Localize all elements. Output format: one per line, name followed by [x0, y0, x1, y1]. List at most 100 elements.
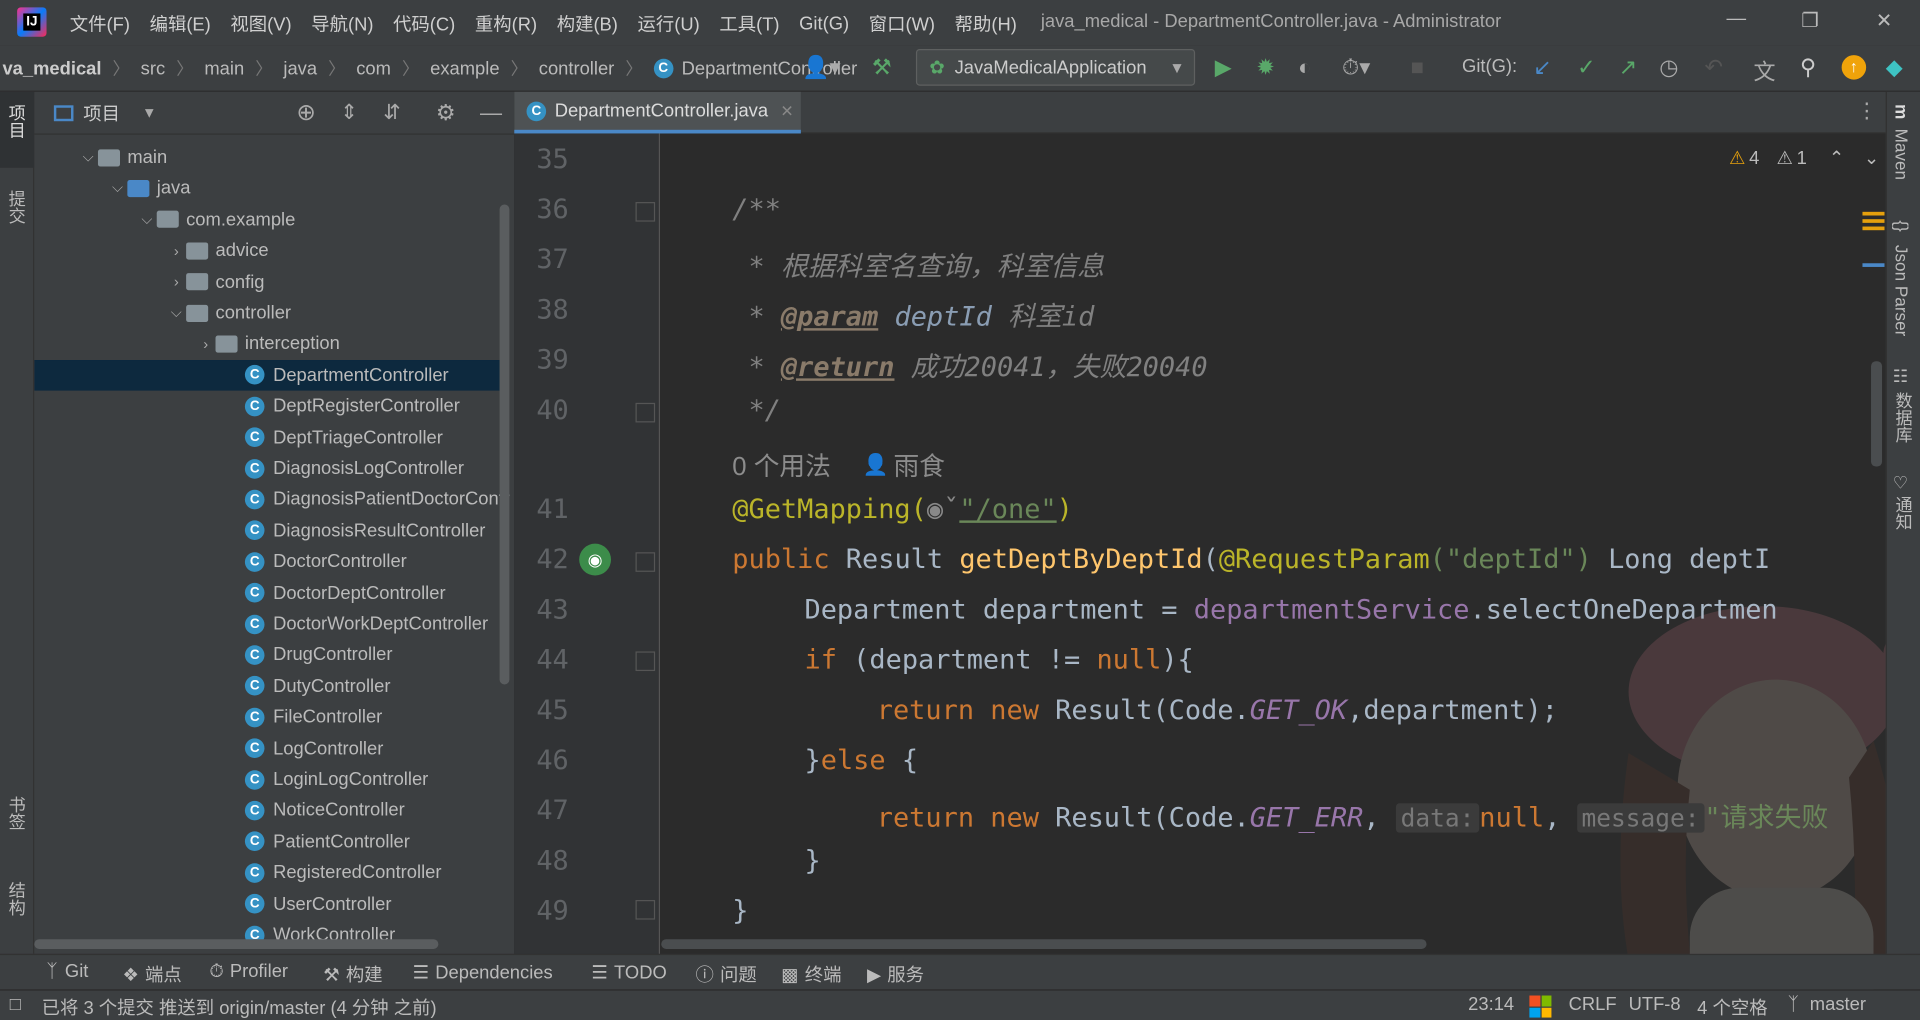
code-line-49[interactable]: } [732, 896, 748, 927]
menu-refactor[interactable]: 重构(R) [475, 11, 537, 37]
error-stripe-mark[interactable] [1862, 226, 1885, 231]
project-tool-tab[interactable]: 项目 [5, 104, 29, 138]
fold-marker-icon[interactable] [635, 202, 656, 222]
profile-icon[interactable]: ⏱▾ [1342, 55, 1370, 81]
tree-item-class[interactable]: C DeptRegisterController [34, 391, 460, 422]
tree-item-class[interactable]: C DiagnosisLogController [34, 453, 464, 484]
tree-item-class[interactable]: C DiagnosisPatientDoctorContr [34, 484, 510, 515]
endpoints-tool-tab[interactable]: ❖ 端点 [122, 961, 181, 987]
gear-icon[interactable]: ⚙ [436, 100, 456, 126]
intellij-logo-icon[interactable]: IJ [17, 7, 47, 37]
line-number[interactable]: 39 [536, 345, 597, 376]
tree-item-class[interactable]: C NoticeController [34, 795, 405, 826]
tree-item-class[interactable]: C LoginLogController [34, 764, 428, 795]
line-number[interactable]: 36 [536, 195, 597, 226]
build-tool-tab[interactable]: ⚒ 构建 [323, 961, 382, 987]
tree-item-class[interactable]: C DrugController [34, 640, 393, 671]
debug-icon[interactable]: ✹ [1256, 55, 1274, 81]
user-icon[interactable]: 👤▾ [802, 55, 841, 81]
file-encoding[interactable]: UTF-8 [1629, 994, 1681, 1015]
run-configuration-select[interactable]: ✿ JavaMedicalApplication ▾ [915, 48, 1196, 86]
breadcrumb-com[interactable]: com [356, 58, 391, 79]
code-line-44[interactable]: if (department != null){ [804, 645, 1193, 676]
code-line-46[interactable]: }else { [804, 746, 918, 777]
chevron-right-icon[interactable]: › [167, 273, 187, 290]
menu-navigate[interactable]: 导航(N) [311, 11, 373, 37]
breadcrumb-src[interactable]: src [141, 58, 165, 79]
maven-tool-tab[interactable]: Maven [1892, 129, 1912, 180]
git-push-icon[interactable]: ↗ [1619, 55, 1637, 81]
line-number[interactable]: 38 [536, 295, 597, 326]
commit-tool-tab[interactable]: 提交 [5, 190, 29, 224]
windows-icon[interactable] [1529, 995, 1552, 1018]
git-commit-icon[interactable]: ✓ [1577, 55, 1595, 81]
problems-tool-tab[interactable]: ⓘ 问题 [696, 961, 757, 987]
locate-icon[interactable]: ⊕ [296, 99, 315, 127]
tree-item-folder[interactable]: › advice [34, 235, 269, 266]
dependencies-tool-tab[interactable]: ☰ Dependencies [413, 961, 553, 983]
tree-item-class[interactable]: C DoctorWorkDeptController [34, 609, 488, 640]
menu-file[interactable]: 文件(F) [70, 11, 130, 37]
line-number[interactable]: 40 [536, 396, 597, 427]
tree-item-class[interactable]: C RegisteredController [34, 857, 442, 888]
menu-tools[interactable]: 工具(T) [719, 11, 779, 37]
menu-help[interactable]: 帮助(H) [955, 11, 1017, 37]
json-parser-tool-tab[interactable]: Json Parser [1892, 245, 1912, 336]
menu-build[interactable]: 构建(B) [557, 11, 618, 37]
close-icon[interactable]: ✕ [1876, 9, 1892, 33]
line-number[interactable]: 49 [536, 896, 597, 927]
rollback-icon[interactable]: ↶ [1705, 55, 1723, 81]
code-line-37[interactable]: * 根据科室名查询，科室信息 [732, 245, 1104, 284]
line-number[interactable]: 48 [536, 846, 597, 877]
database-tool-tab[interactable]: 数据库 [1892, 392, 1916, 443]
tree-item-class[interactable]: C LogController [34, 733, 383, 764]
project-panel-title[interactable]: 项目 [83, 100, 120, 126]
tree-scrollbar[interactable] [499, 204, 510, 685]
chevron-right-icon[interactable]: › [167, 242, 187, 259]
terminal-tool-tab[interactable]: ▩ 终端 [781, 961, 841, 987]
tree-item-folder[interactable]: › config [34, 266, 265, 297]
editor-horizontal-scrollbar[interactable] [661, 939, 1427, 949]
tree-item-class[interactable]: C DoctorController [34, 546, 407, 577]
stop-icon[interactable]: ■ [1411, 55, 1424, 81]
code-line-36[interactable]: /** [732, 195, 781, 226]
todo-tool-tab[interactable]: ☰ TODO [591, 961, 666, 983]
line-number[interactable]: 47 [536, 796, 597, 827]
line-number[interactable]: 45 [536, 696, 597, 727]
error-stripe-mark[interactable] [1862, 219, 1885, 223]
caret-position[interactable]: 23:14 [1468, 994, 1514, 1015]
error-stripe-mark[interactable] [1862, 211, 1885, 216]
line-number[interactable]: 44 [536, 645, 597, 676]
line-separator[interactable]: CRLF [1569, 994, 1617, 1015]
tree-horizontal-scrollbar[interactable] [34, 939, 439, 949]
status-layout-icon[interactable]: □ [10, 994, 21, 1015]
git-update-icon[interactable]: ↙ [1533, 55, 1551, 81]
line-number[interactable]: 35 [536, 144, 597, 175]
code-line-42[interactable]: public Result getDeptByDeptId(@RequestPa… [732, 545, 1770, 576]
breadcrumb-project[interactable]: va_medical [2, 58, 101, 79]
menu-git[interactable]: Git(G) [799, 13, 849, 34]
code-line-47[interactable]: return new Result(Code.GET_ERR, data: nul… [877, 796, 1828, 835]
tree-item-class[interactable]: C DiagnosisResultController [34, 515, 485, 546]
services-tool-tab[interactable]: ▶ 服务 [867, 961, 924, 987]
translate-icon[interactable]: 文 [1753, 55, 1775, 87]
chevron-down-icon[interactable]: ⌵ [78, 148, 98, 166]
tree-item-folder[interactable]: › interception [34, 329, 340, 360]
fold-marker-icon[interactable] [635, 900, 656, 920]
breadcrumb-controller[interactable]: controller [539, 58, 615, 79]
menu-view[interactable]: 视图(V) [230, 11, 291, 37]
chevron-down-icon[interactable]: ⌵ [108, 179, 128, 197]
tree-item-class[interactable]: C DutyController [34, 671, 390, 702]
git-branch[interactable]: master [1810, 994, 1866, 1015]
menu-code[interactable]: 代码(C) [393, 11, 455, 37]
menu-run[interactable]: 运行(U) [638, 11, 700, 37]
minimize-icon[interactable]: — [1727, 9, 1747, 31]
code-line-43[interactable]: Department department = departmentServic… [804, 595, 1777, 626]
tree-item-class[interactable]: C DeptTriageController [34, 422, 443, 453]
git-tool-tab[interactable]: ᛉ Git [47, 961, 89, 982]
previous-highlight-icon[interactable]: ⌃ [1829, 147, 1844, 169]
run-icon[interactable]: ▶ [1215, 55, 1232, 81]
tree-item-class[interactable]: C DepartmentController [34, 359, 500, 391]
line-number[interactable]: 43 [536, 595, 597, 626]
tree-item-folder[interactable]: ⌵ com.example [34, 204, 295, 235]
